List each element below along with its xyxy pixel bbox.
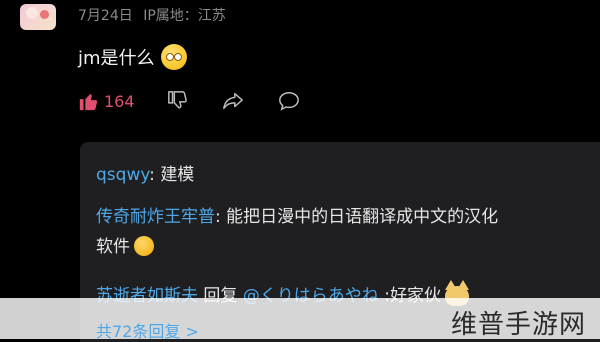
reply-text: 建模 <box>160 165 195 185</box>
reply-1[interactable]: qsqwy: 建模 <box>96 160 194 185</box>
speech-bubble-icon <box>278 92 299 111</box>
reply-text-line2: 软件 <box>96 237 130 257</box>
like-count: 164 <box>104 91 135 111</box>
comment-button[interactable] <box>277 90 301 112</box>
smiling-face-emoji-icon <box>134 236 154 256</box>
reply-text: 能把日漫中的日语翻译成中文的汉化 <box>226 207 499 227</box>
reply-2-continued: 软件 <box>96 232 154 257</box>
post-date: 7月24日 <box>78 8 133 24</box>
dislike-button[interactable] <box>167 90 189 112</box>
comment-text: jm是什么 <box>78 44 187 70</box>
share-arrow-icon <box>222 92 243 110</box>
question-text: jm是什么 <box>78 48 155 69</box>
watermark: 维普手游网 <box>450 310 586 340</box>
avatar-badge <box>40 10 49 19</box>
avatar-face <box>26 7 38 19</box>
thumbs-up-icon <box>79 94 98 111</box>
action-bar: 164 <box>78 90 333 112</box>
share-button[interactable] <box>221 90 245 112</box>
like-button[interactable]: 164 <box>78 90 135 112</box>
avatar[interactable] <box>20 4 56 30</box>
ip-location: IP属地：江苏 <box>143 8 226 24</box>
reply-username[interactable]: 传奇耐炸王牢普 <box>96 207 215 227</box>
dazed-face-emoji-icon <box>160 44 187 70</box>
post-meta: 7月24日 IP属地：江苏 <box>78 5 232 25</box>
view-all-replies-link[interactable]: 共72条回复 > <box>96 318 199 342</box>
thumbs-down-icon <box>167 91 187 109</box>
reply-username[interactable]: qsqwy <box>96 165 149 185</box>
reply-2[interactable]: 传奇耐炸王牢普: 能把日漫中的日语翻译成中文的汉化 <box>96 202 498 227</box>
